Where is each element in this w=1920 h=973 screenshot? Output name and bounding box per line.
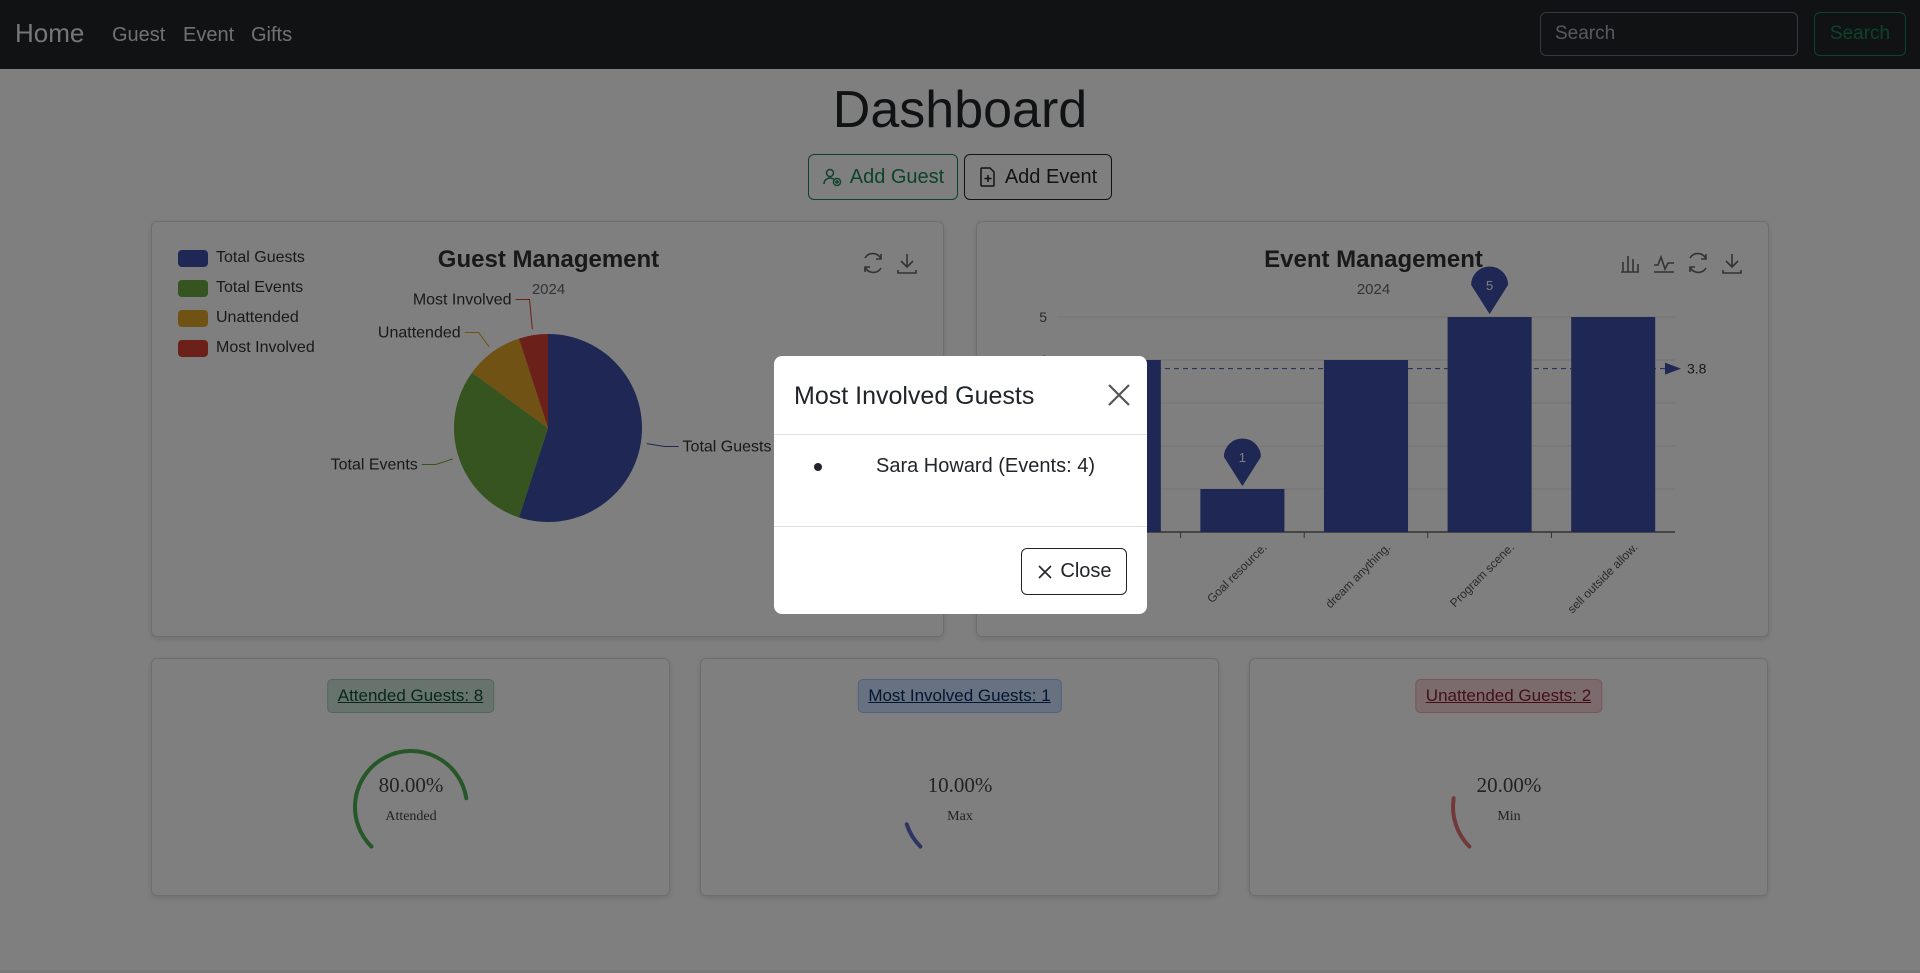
- modal-divider: [774, 526, 1147, 527]
- close-icon[interactable]: [1102, 378, 1136, 412]
- modal-title: Most Involved Guests: [794, 382, 1035, 410]
- close-label: Close: [1060, 560, 1112, 582]
- list-item: Sara Howard (Events: 4): [876, 455, 1095, 477]
- page: Home Guest Event Gifts Search Dashboard …: [0, 0, 1920, 973]
- most-involved-modal: Most Involved Guests Sara Howard (Events…: [774, 356, 1147, 614]
- modal-divider: [774, 434, 1147, 435]
- close-icon: [1038, 564, 1052, 579]
- list-bullet: [814, 463, 822, 471]
- close-button[interactable]: Close: [1021, 548, 1127, 595]
